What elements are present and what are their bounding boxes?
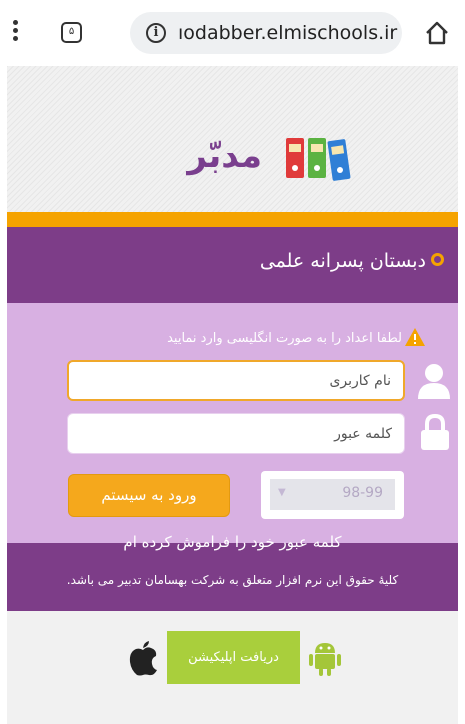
site-header: مدبّر xyxy=(7,66,458,212)
username-field[interactable] xyxy=(67,360,405,401)
lock-icon xyxy=(421,413,449,450)
logo-text: مدبّر xyxy=(187,136,262,176)
login-button[interactable]: ورود به سیستم xyxy=(68,474,230,517)
apple-icon[interactable] xyxy=(123,640,163,676)
circle-icon xyxy=(431,253,444,266)
chevron-down-icon[interactable]: ▼ xyxy=(278,487,286,498)
academic-year-select[interactable]: ▼ 98-99 xyxy=(261,471,404,519)
warning-icon xyxy=(405,328,425,346)
android-icon[interactable] xyxy=(307,639,343,677)
school-name: دبستان پسرانه علمی xyxy=(259,250,426,272)
username-input[interactable] xyxy=(69,362,403,399)
more-menu-icon[interactable] xyxy=(10,18,20,44)
app-download-area: دریافت اپلیکیشن xyxy=(7,611,458,724)
year-value: 98-99 xyxy=(342,485,383,501)
copyright-text: کلیهٔ حقوق این نرم افزار متعلق به شرکت ب… xyxy=(66,573,399,587)
browser-toolbar: ۵ i ıodabber.elmischools.ir xyxy=(0,0,465,66)
info-icon[interactable]: i xyxy=(146,23,166,43)
download-app-button[interactable]: دریافت اپلیکیشن xyxy=(167,631,300,684)
tab-count-button[interactable]: ۵ xyxy=(61,22,82,43)
url-text[interactable]: ıodabber.elmischools.ir xyxy=(178,22,397,44)
binders-icon xyxy=(286,138,351,181)
login-form: لطفا اعداد را به صورت انگلیسی وارد نمایی… xyxy=(7,303,458,543)
user-icon xyxy=(418,364,450,399)
footer-bar: کلمه عبور خود را فراموش کرده ام کلیهٔ حق… xyxy=(7,533,458,611)
password-field[interactable] xyxy=(67,413,405,454)
school-banner: دبستان پسرانه علمی xyxy=(7,227,458,303)
address-bar[interactable]: i ıodabber.elmischools.ir xyxy=(130,12,402,54)
site-logo: مدبّر xyxy=(187,134,362,194)
language-notice: لطفا اعداد را به صورت انگلیسی وارد نمایی… xyxy=(167,331,402,346)
forgot-password-link[interactable]: کلمه عبور خود را فراموش کرده ام xyxy=(7,533,458,551)
year-select-box[interactable]: ▼ 98-99 xyxy=(270,479,395,510)
home-icon[interactable] xyxy=(424,20,450,46)
header-divider xyxy=(7,212,458,227)
password-input[interactable] xyxy=(68,414,404,453)
